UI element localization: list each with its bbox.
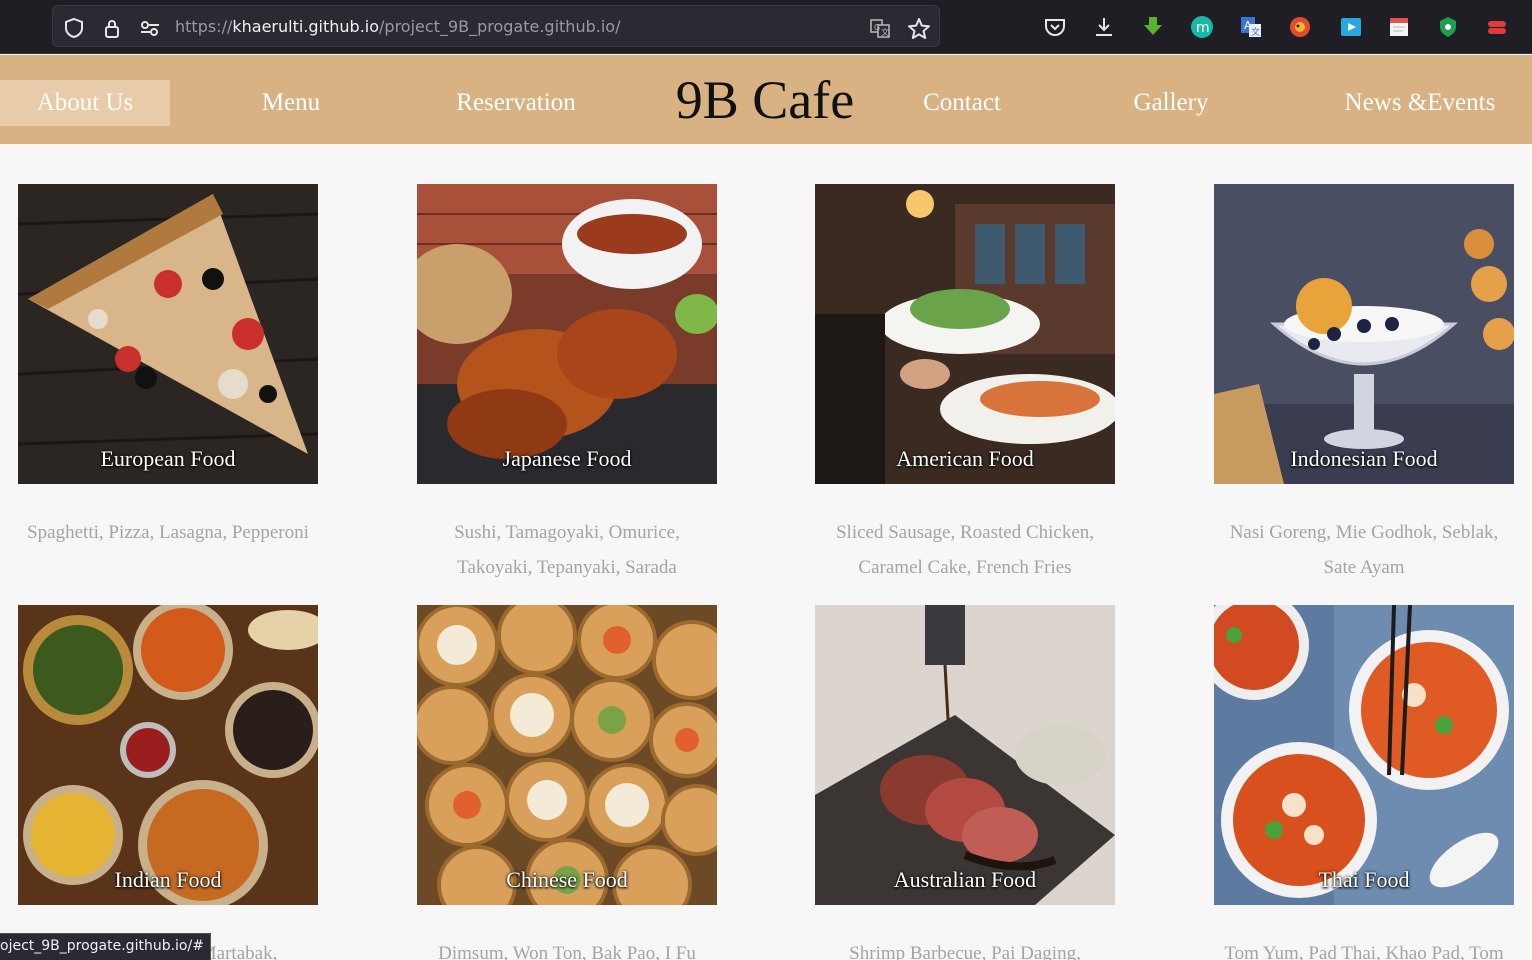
indian-curries-photo bbox=[18, 605, 318, 905]
card-japanese-food-image[interactable]: Japanese Food bbox=[417, 184, 717, 484]
card-american-food-desc: Sliced Sausage, Roasted Chicken, Caramel… bbox=[765, 515, 1165, 585]
card-title: American Food bbox=[896, 446, 1034, 471]
restaurant-plates-photo bbox=[815, 184, 1115, 484]
shield-icon[interactable] bbox=[63, 17, 85, 39]
card-indonesian-food-image[interactable]: Indonesian Food bbox=[1214, 184, 1514, 484]
card-title: Indonesian Food bbox=[1290, 446, 1438, 471]
desc-line: Tom Yum, Pad Thai, Khao Pad, Tom bbox=[1224, 943, 1504, 960]
nav-reservation[interactable]: Reservation bbox=[430, 80, 602, 126]
extension-download-icon[interactable] bbox=[1141, 15, 1165, 39]
svg-text:m: m bbox=[1196, 20, 1210, 36]
desc-line: Takoyaki, Tepanyaki, Sarada bbox=[457, 557, 677, 578]
desc-line: Sliced Sausage, Roasted Chicken, bbox=[835, 522, 1095, 543]
card-chinese-food-desc: Dimsum, Won Ton, Bak Pao, I Fu bbox=[367, 936, 767, 960]
card-title: Indian Food bbox=[114, 867, 222, 892]
tom-yum-photo bbox=[1214, 605, 1514, 905]
pocket-icon[interactable] bbox=[1043, 15, 1067, 39]
address-bar[interactable]: https://khaerulti.github.io/project_9B_p… bbox=[52, 5, 940, 47]
extension-m-icon[interactable]: m bbox=[1190, 15, 1214, 39]
card-indonesian-food-desc: Nasi Goreng, Mie Godhok, Seblak, Sate Ay… bbox=[1164, 515, 1532, 585]
card-chinese-food-image[interactable]: Chinese Food bbox=[417, 605, 717, 905]
extension-translate-icon[interactable]: A文 bbox=[1239, 15, 1263, 39]
extension-bird-icon[interactable] bbox=[1288, 15, 1312, 39]
lock-icon[interactable] bbox=[101, 17, 123, 38]
chicken-wings-photo bbox=[417, 184, 717, 484]
card-european-food-image[interactable]: European Food bbox=[18, 184, 318, 484]
desc-line: Dimsum, Won Ton, Bak Pao, I Fu bbox=[438, 943, 696, 960]
permissions-icon[interactable] bbox=[139, 17, 161, 37]
nav-about-us[interactable]: About Us bbox=[0, 80, 170, 126]
download-icon[interactable] bbox=[1092, 15, 1116, 39]
steak-photo bbox=[815, 605, 1115, 905]
nav-menu[interactable]: Menu bbox=[230, 80, 352, 126]
desc-line: Caramel Cake, French Fries bbox=[858, 557, 1072, 578]
card-american-food-image[interactable]: American Food bbox=[815, 184, 1115, 484]
card-thai-food-desc: Tom Yum, Pad Thai, Khao Pad, Tom bbox=[1164, 936, 1532, 960]
status-bar-link: oject_9B_progate.github.io/# bbox=[0, 933, 211, 960]
card-thai-food-image[interactable]: Thai Food bbox=[1214, 605, 1514, 905]
card-european-food-desc: Spaghetti, Pizza, Lasagna, Pepperoni bbox=[0, 515, 368, 550]
card-title: European Food bbox=[100, 446, 236, 471]
site-header: About Us Menu Reservation 9B Cafe Contac… bbox=[0, 55, 1532, 144]
card-australian-food-desc: Shrimp Barbecue, Pai Daging, bbox=[765, 936, 1165, 960]
extension-shield-icon[interactable] bbox=[1436, 15, 1460, 39]
card-indian-food-image[interactable]: Indian Food bbox=[18, 605, 318, 905]
svg-text:文: 文 bbox=[881, 27, 889, 37]
extension-arrow-icon[interactable] bbox=[1339, 15, 1363, 39]
site-brand[interactable]: 9B Cafe bbox=[640, 69, 890, 131]
nav-news-events[interactable]: News &Events bbox=[1320, 80, 1520, 126]
desc-line: Sushi, Tamagoyaki, Omurice, bbox=[454, 522, 680, 543]
desc-line: Sate Ayam bbox=[1323, 557, 1405, 578]
svg-text:文: 文 bbox=[1251, 26, 1260, 38]
url-text[interactable]: https://khaerulti.github.io/project_9B_p… bbox=[175, 17, 620, 36]
card-australian-food-image[interactable]: Australian Food bbox=[815, 605, 1115, 905]
pizza-photo bbox=[18, 184, 318, 484]
bookmark-star-icon[interactable] bbox=[907, 17, 930, 39]
yogurt-bowl-photo bbox=[1214, 184, 1514, 484]
card-title: Australian Food bbox=[893, 867, 1037, 892]
nav-gallery[interactable]: Gallery bbox=[1110, 80, 1232, 126]
desc-line: Spaghetti, Pizza, Lasagna, Pepperoni bbox=[27, 522, 309, 543]
nav-contact[interactable]: Contact bbox=[900, 80, 1024, 126]
card-japanese-food-desc: Sushi, Tamagoyaki, Omurice, Takoyaki, Te… bbox=[367, 515, 767, 585]
desc-line: Nasi Goreng, Mie Godhok, Seblak, bbox=[1229, 522, 1499, 543]
translate-icon[interactable]: G文 bbox=[869, 17, 891, 38]
extension-red-icon[interactable] bbox=[1485, 15, 1509, 39]
card-title: Japanese Food bbox=[502, 446, 632, 471]
card-title: Thai Food bbox=[1318, 867, 1410, 892]
desc-line: Shrimp Barbecue, Pai Daging, bbox=[849, 943, 1081, 960]
svg-text:G: G bbox=[874, 23, 880, 32]
extension-note-icon[interactable] bbox=[1387, 15, 1411, 39]
dimsum-baskets-photo bbox=[417, 605, 717, 905]
card-title: Chinese Food bbox=[506, 867, 628, 892]
browser-toolbar: https://khaerulti.github.io/project_9B_p… bbox=[0, 0, 1532, 54]
